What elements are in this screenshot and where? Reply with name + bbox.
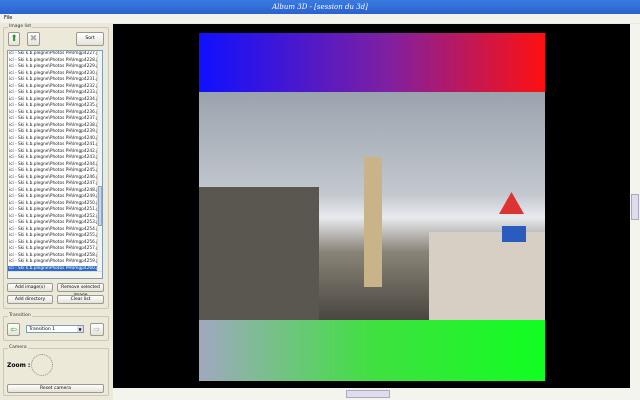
chevron-down-icon: ▼ bbox=[77, 326, 83, 332]
list-vertical-scrollbar[interactable] bbox=[97, 51, 102, 273]
add-directory-button[interactable]: Add directory bbox=[7, 295, 53, 304]
camera-label: Camera bbox=[8, 345, 28, 350]
list-item[interactable]: ici - Ski k.b.plegne\Photos PH\Imgp4243.… bbox=[8, 155, 102, 162]
list-item[interactable]: ici - Ski k.b.plegne\Photos PH\Imgp4231.… bbox=[8, 77, 102, 84]
list-item[interactable]: ici - Ski k.b.plegne\Photos PH\Imgp4237.… bbox=[8, 116, 102, 123]
list-horizontal-scrollbar[interactable] bbox=[8, 271, 102, 278]
transition-selected-value: Transition 1 bbox=[29, 327, 56, 332]
list-item[interactable]: ici - Ski k.b.plegne\Photos PH\Imgp4227.… bbox=[8, 51, 102, 58]
list-item[interactable]: ici - Ski k.b.plegne\Photos PH\Imgp4247.… bbox=[8, 181, 102, 188]
transition-label: Transition bbox=[8, 313, 32, 318]
top-gradient-panel bbox=[199, 33, 545, 92]
photo-village-church bbox=[199, 92, 545, 320]
zoom-label: Zoom : bbox=[7, 362, 31, 369]
transition-apply-icon-button[interactable]: ⇦ bbox=[7, 323, 20, 336]
viewer-vertical-scrollbar[interactable] bbox=[630, 24, 640, 388]
viewer-horizontal-scrollbar[interactable] bbox=[113, 388, 640, 400]
list-item[interactable]: ici - Ski k.b.plegne\Photos PH\Imgp4239.… bbox=[8, 129, 102, 136]
zoom-dial[interactable] bbox=[31, 354, 53, 376]
remove-image-icon-button[interactable]: ✖ bbox=[27, 32, 40, 46]
menubar: File bbox=[0, 14, 640, 23]
bottom-gradient-panel bbox=[199, 320, 545, 381]
transition-next-icon-button[interactable]: ⇨ bbox=[90, 323, 104, 336]
clear-list-button[interactable]: Clear list bbox=[57, 295, 104, 304]
transition-select[interactable]: Transition 1 ▼ bbox=[26, 325, 84, 333]
list-item[interactable]: ici - Ski k.b.plegne\Photos PH\Imgp4251.… bbox=[8, 207, 102, 214]
list-item[interactable]: ici - Ski k.b.plegne\Photos PH\Imgp4245.… bbox=[8, 168, 102, 175]
list-item[interactable]: ici - Ski k.b.plegne\Photos PH\Imgp4241.… bbox=[8, 142, 102, 149]
image-list-label: Image list bbox=[8, 24, 33, 29]
list-item[interactable]: ici - Ski k.b.plegne\Photos PH\Imgp4249.… bbox=[8, 194, 102, 201]
list-item[interactable]: ici - Ski k.b.plegne\Photos PH\Imgp4257.… bbox=[8, 246, 102, 253]
reset-camera-button[interactable]: Reset camera bbox=[7, 384, 104, 393]
image-viewer[interactable] bbox=[113, 24, 630, 388]
add-images-button[interactable]: Add image(s) bbox=[7, 283, 53, 292]
remove-selected-button[interactable]: Remove selected image bbox=[57, 283, 104, 298]
list-item[interactable]: ici - Ski k.b.plegne\Photos PH\Imgp4255.… bbox=[8, 233, 102, 240]
list-item[interactable]: ici - Ski k.b.plegne\Photos PH\Imgp4235.… bbox=[8, 103, 102, 110]
list-item[interactable]: ici - Ski k.b.plegne\Photos PH\Imgp4259.… bbox=[8, 259, 102, 266]
list-item[interactable]: ici - Ski k.b.plegne\Photos PH\Imgp4233.… bbox=[8, 90, 102, 97]
list-item[interactable]: ici - Ski k.b.plegne\Photos PH\Imgp4253.… bbox=[8, 220, 102, 227]
menu-file[interactable]: File bbox=[4, 15, 12, 21]
list-item[interactable]: ici - Ski k.b.plegne\Photos PH\Imgp4229.… bbox=[8, 64, 102, 71]
sort-button[interactable]: Sort bbox=[76, 32, 104, 46]
window-title: Album 3D - [session du 3d] bbox=[0, 0, 640, 14]
image-list[interactable]: ici - Ski k.b.plegne\Photos PH\Imgp4227.… bbox=[7, 50, 103, 279]
add-images-icon-button[interactable]: ⬆ bbox=[8, 32, 20, 46]
